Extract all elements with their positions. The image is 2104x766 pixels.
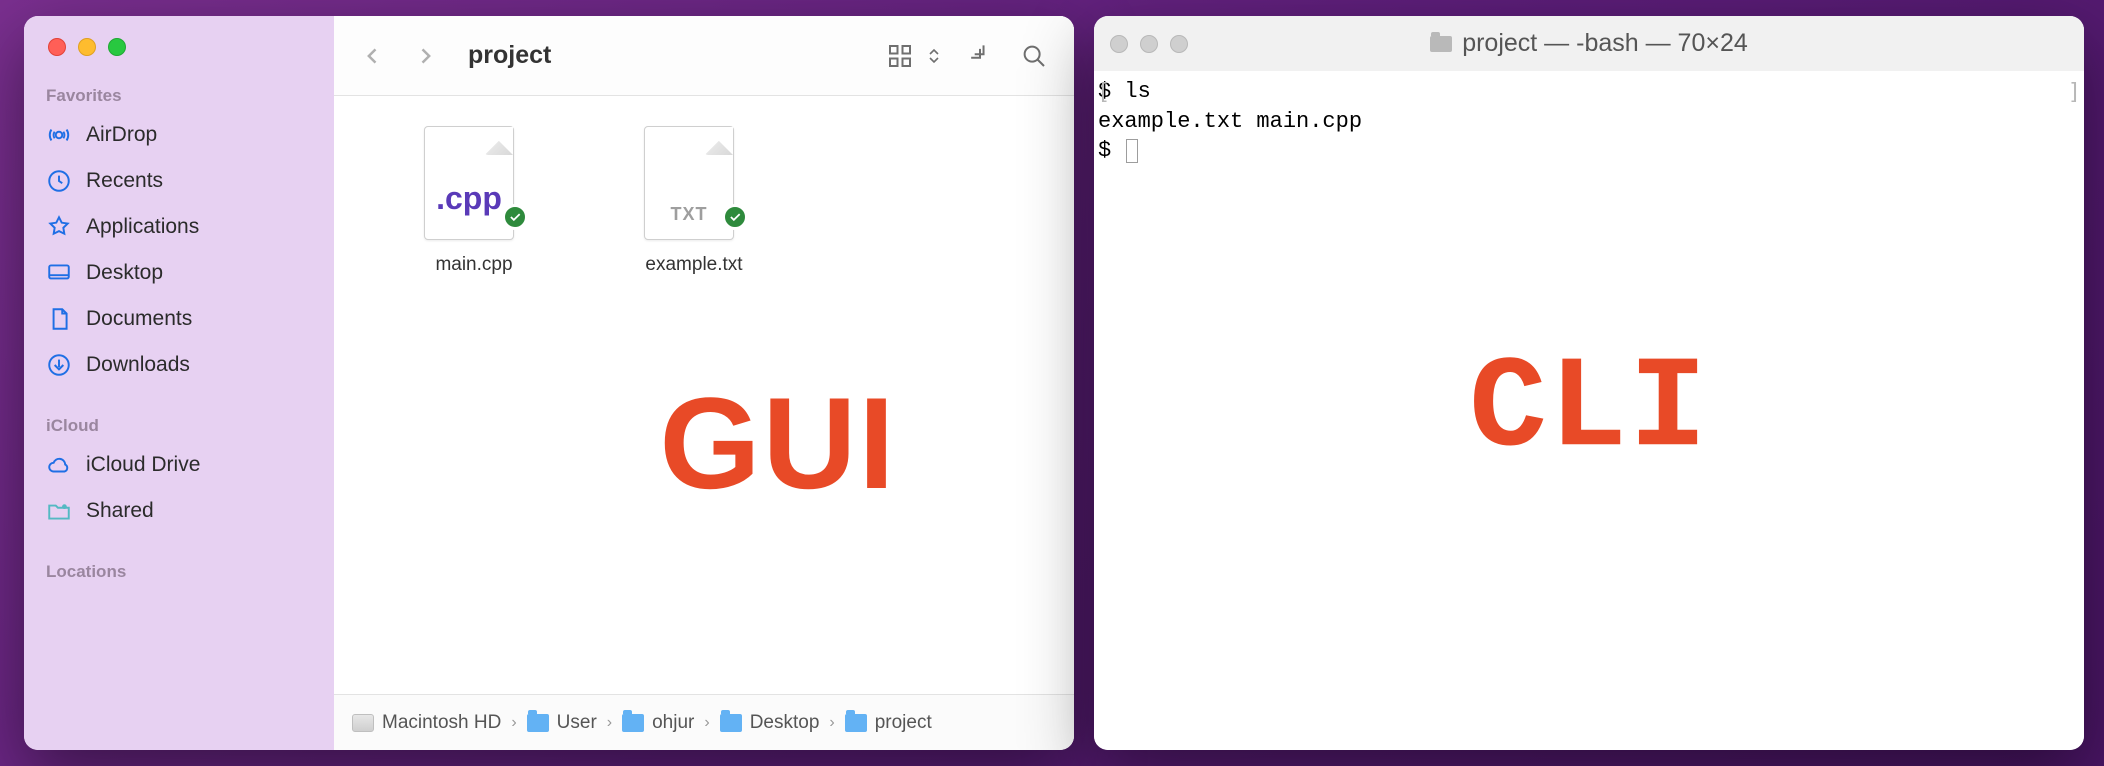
file-extension-label: .cpp (425, 180, 513, 217)
forward-button[interactable] (406, 36, 444, 76)
downloads-icon (46, 352, 72, 378)
desktop-icon (46, 260, 72, 286)
bracket-icon: [ (1097, 78, 1110, 108)
path-bar: Macintosh HD › User › ohjur › Desktop › … (334, 694, 1074, 750)
sidebar-item-label: Downloads (86, 353, 190, 377)
airdrop-icon (46, 122, 72, 148)
folder-icon (1430, 36, 1452, 52)
terminal-prompt: $ (1098, 138, 1124, 163)
finder-window: Favorites AirDrop Recents Applications D… (24, 16, 1074, 750)
sidebar-section-icloud: iCloud (24, 406, 334, 442)
sidebar-item-airdrop[interactable]: AirDrop (24, 112, 334, 158)
shared-folder-icon (46, 498, 72, 524)
chevron-right-icon: › (827, 714, 836, 732)
finder-content[interactable]: .cpp main.cpp TXT example.txt GUI (334, 96, 1074, 694)
folder-icon (622, 714, 644, 732)
terminal-body[interactable]: [ ] $ ls example.txt main.cpp $ CLI (1094, 71, 2084, 750)
sidebar-section-locations: Locations (24, 552, 334, 588)
path-label: User (557, 712, 597, 734)
finder-sidebar: Favorites AirDrop Recents Applications D… (24, 16, 334, 750)
document-icon (46, 306, 72, 332)
terminal-window: project — -bash — 70×24 [ ] $ ls example… (1094, 16, 2084, 750)
sidebar-item-icloud-drive[interactable]: iCloud Drive (24, 442, 334, 488)
folder-title: project (468, 41, 866, 70)
minimize-button[interactable] (78, 38, 96, 56)
back-button[interactable] (354, 36, 392, 76)
folder-icon (720, 714, 742, 732)
path-segment-macintosh-hd[interactable]: Macintosh HD (352, 712, 501, 734)
folder-icon (845, 714, 867, 732)
search-button[interactable] (1014, 36, 1054, 76)
path-label: Desktop (750, 712, 820, 734)
maximize-button[interactable] (1170, 35, 1188, 53)
path-label: Macintosh HD (382, 712, 501, 734)
applications-icon (46, 214, 72, 240)
chevron-up-down-icon[interactable] (922, 36, 946, 76)
disk-icon (352, 714, 374, 732)
grid-view-icon[interactable] (880, 36, 920, 76)
file-item-example-txt[interactable]: TXT example.txt (624, 126, 764, 276)
view-switcher[interactable] (880, 36, 946, 76)
file-extension-label: TXT (645, 204, 733, 225)
sidebar-item-desktop[interactable]: Desktop (24, 250, 334, 296)
sidebar-item-label: iCloud Drive (86, 453, 200, 477)
finder-toolbar: project (334, 16, 1074, 96)
chevron-right-icon: › (605, 714, 614, 732)
more-button[interactable] (960, 36, 1000, 76)
chevron-right-icon: › (702, 714, 711, 732)
path-label: ohjur (652, 712, 694, 734)
terminal-prompt-line: $ (1098, 136, 2080, 166)
path-segment-users[interactable]: User (527, 712, 597, 734)
gui-overlay-label: GUI (659, 368, 896, 518)
terminal-titlebar: project — -bash — 70×24 (1094, 16, 2084, 71)
sidebar-item-documents[interactable]: Documents (24, 296, 334, 342)
sidebar-item-recents[interactable]: Recents (24, 158, 334, 204)
sync-check-icon (722, 204, 748, 230)
window-controls (1110, 35, 1188, 53)
clock-icon (46, 168, 72, 194)
terminal-line: $ ls (1098, 77, 2080, 107)
folder-icon (527, 714, 549, 732)
sidebar-item-downloads[interactable]: Downloads (24, 342, 334, 388)
sidebar-item-label: Applications (86, 215, 199, 239)
cloud-icon (46, 452, 72, 478)
close-button[interactable] (1110, 35, 1128, 53)
sidebar-item-label: Documents (86, 307, 192, 331)
file-name-label: example.txt (645, 254, 742, 276)
file-name-label: main.cpp (435, 254, 512, 276)
sidebar-item-label: AirDrop (86, 123, 157, 147)
file-icon: .cpp (424, 126, 524, 246)
sidebar-item-label: Recents (86, 169, 163, 193)
maximize-button[interactable] (108, 38, 126, 56)
path-segment-desktop[interactable]: Desktop (720, 712, 820, 734)
window-controls (24, 38, 334, 76)
sidebar-item-applications[interactable]: Applications (24, 204, 334, 250)
path-label: project (875, 712, 932, 734)
cli-overlay-label: CLI (1469, 323, 1709, 499)
minimize-button[interactable] (1140, 35, 1158, 53)
bracket-icon: ] (2068, 78, 2081, 108)
file-item-main-cpp[interactable]: .cpp main.cpp (404, 126, 544, 276)
sidebar-item-label: Shared (86, 499, 154, 523)
sidebar-item-label: Desktop (86, 261, 163, 285)
terminal-title: project — -bash — 70×24 (1462, 29, 1748, 58)
sidebar-section-favorites: Favorites (24, 76, 334, 112)
terminal-line: example.txt main.cpp (1098, 107, 2080, 137)
sidebar-item-shared[interactable]: Shared (24, 488, 334, 534)
file-icon: TXT (644, 126, 744, 246)
close-button[interactable] (48, 38, 66, 56)
terminal-cursor (1126, 139, 1138, 163)
path-segment-ohjur[interactable]: ohjur (622, 712, 694, 734)
chevron-right-icon: › (509, 714, 518, 732)
sync-check-icon (502, 204, 528, 230)
finder-main: project .cpp (334, 16, 1074, 750)
path-segment-project[interactable]: project (845, 712, 932, 734)
